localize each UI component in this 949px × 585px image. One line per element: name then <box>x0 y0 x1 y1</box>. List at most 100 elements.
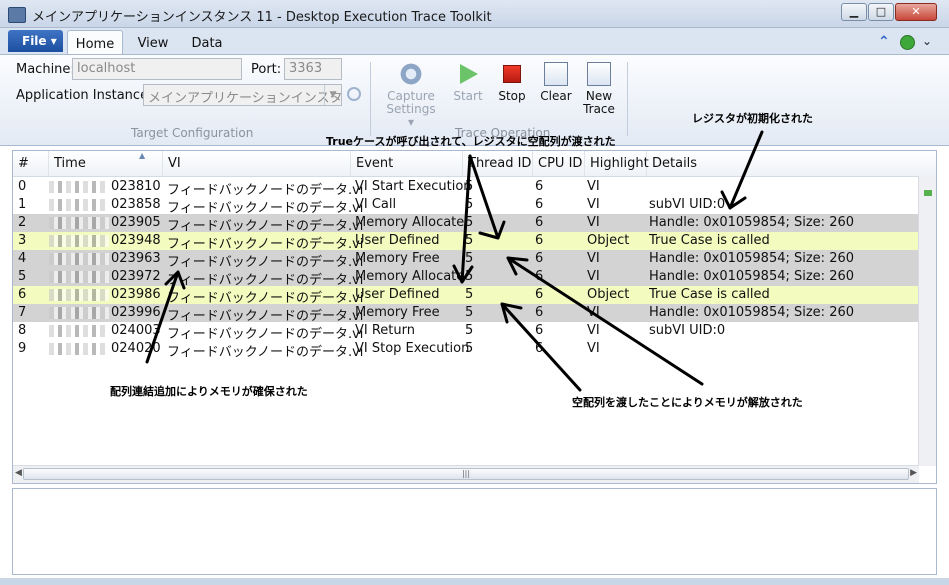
minimize-button[interactable]: ▁ <box>841 3 867 21</box>
cell-number: 7 <box>18 305 27 320</box>
collapse-ribbon-icon[interactable]: ⌃ <box>878 34 890 50</box>
cell-time: 023905 <box>111 215 161 230</box>
application-instance-value: メインアプリケーションインスタ <box>148 91 342 106</box>
status-indicator-icon <box>900 35 915 50</box>
annotation-free-empty: 空配列を渡したことによりメモリが解放された <box>572 396 803 409</box>
cell-number: 2 <box>18 215 27 230</box>
sort-ascending-icon: ▲ <box>139 151 146 160</box>
cell-highlight: VI <box>587 215 600 230</box>
cell-number: 0 <box>18 179 27 194</box>
cell-thread-id: 5 <box>465 269 474 284</box>
cell-cpu-id: 6 <box>535 287 544 302</box>
tab-data[interactable]: Data <box>184 30 230 54</box>
dropdown-arrow-icon[interactable]: ▼ <box>324 85 341 105</box>
application-instance-select[interactable]: メインアプリケーションインスタ ▼ <box>143 84 342 106</box>
cell-time: 023858 <box>111 197 161 212</box>
maximize-button[interactable]: □ <box>868 3 894 21</box>
cell-number: 6 <box>18 287 27 302</box>
column-header-cpu-id[interactable]: CPU ID <box>533 151 585 176</box>
machine-field[interactable]: localhost <box>72 58 242 80</box>
ribbon-separator <box>370 62 371 136</box>
port-label: Port: <box>251 62 282 77</box>
table-row[interactable]: 2 023905 フィードバックノードのデータ.vi Memory Allocate 5… <box>13 214 919 234</box>
vertical-scrollbar[interactable] <box>918 176 936 466</box>
cell-details: subVI UID:0 <box>649 197 726 212</box>
stop-icon <box>503 65 521 83</box>
horizontal-scrollbar[interactable]: ◀ ||| ▶ <box>13 465 919 483</box>
play-icon <box>460 64 478 84</box>
start-button[interactable]: Start <box>448 62 488 103</box>
cell-time: 023948 <box>111 233 161 248</box>
close-icon: ✕ <box>911 5 921 18</box>
annotation-true-case: Trueケースが呼び出されて、レジスタに空配列が渡された <box>326 135 616 148</box>
tab-home[interactable]: Home <box>67 30 123 54</box>
clear-eraser-icon <box>544 62 568 86</box>
cell-thread-id: 5 <box>465 305 474 320</box>
cell-time: 024020 <box>111 341 161 356</box>
cell-event: User Defined <box>355 233 440 248</box>
table-row[interactable]: 7 023996 フィードバックノードのデータ.vi Memory Free 5 6 VI H… <box>13 304 919 324</box>
column-header-vi[interactable]: VI <box>163 151 351 176</box>
chevron-down-icon[interactable]: ⌄ <box>922 34 932 48</box>
table-row[interactable]: 4 023963 フィードバックノードのデータ.vi Memory Free 5 6 VI H… <box>13 250 919 270</box>
refresh-icon[interactable] <box>347 87 361 101</box>
stop-button[interactable]: Stop <box>495 62 529 103</box>
cell-time: 023963 <box>111 251 161 266</box>
cell-highlight: VI <box>587 197 600 212</box>
cell-event: User Defined <box>355 287 440 302</box>
redacted-time-prefix <box>49 181 109 193</box>
table-row[interactable]: 3 023948 フィードバックノードのデータ.vi User Defined 5 6 Ob… <box>13 232 919 252</box>
cell-cpu-id: 6 <box>535 197 544 212</box>
cell-cpu-id: 6 <box>535 179 544 194</box>
table-row[interactable]: 1 023858 フィードバックノードのデータ.vi VI Call 5 6 VI subVI… <box>13 196 919 216</box>
redacted-time-prefix <box>49 253 109 265</box>
column-header-highlight[interactable]: Highlight <box>585 151 649 176</box>
port-field[interactable]: 3363 <box>284 58 342 80</box>
scroll-right-icon[interactable]: ▶ <box>910 468 917 478</box>
cell-details: Handle: 0x01059854; Size: 260 <box>649 251 855 266</box>
application-instance-label: Application Instance: <box>16 88 153 103</box>
cell-event: Memory Allocate <box>355 215 465 230</box>
capture-settings-label: Capture Settings ▾ <box>386 89 436 129</box>
app-icon <box>8 7 26 23</box>
table-row[interactable]: 8 024003 フィードバックノードのデータ.vi VI Return 5 6 VI sub… <box>13 322 919 342</box>
table-row[interactable]: 9 024020 フィードバックノードのデータ.vi VI Stop Executio… <box>13 340 919 360</box>
column-header-event[interactable]: Event <box>351 151 463 176</box>
table-row[interactable]: 5 023972 フィードバックノードのデータ.vi Memory Allocate 5… <box>13 268 919 288</box>
redacted-time-prefix <box>49 307 109 319</box>
redacted-time-prefix <box>49 235 109 247</box>
close-button[interactable]: ✕ <box>895 3 937 21</box>
maximize-icon: □ <box>875 5 887 18</box>
cell-time: 023986 <box>111 287 161 302</box>
cell-thread-id: 5 <box>465 341 474 356</box>
file-menu-button[interactable]: File ▾ <box>8 30 63 52</box>
settings-gear-icon <box>399 62 423 86</box>
column-header-details[interactable]: Details <box>647 151 936 176</box>
horizontal-scroll-thumb[interactable]: ||| <box>23 468 909 480</box>
new-trace-button[interactable]: New Trace <box>580 62 618 116</box>
redacted-time-prefix <box>49 271 109 283</box>
table-row[interactable]: 0 023810 フィードバックノードのデータ.vi VI Start Executi… <box>13 178 919 198</box>
cell-number: 8 <box>18 323 27 338</box>
cell-event: Memory Allocate <box>355 269 465 284</box>
cell-number: 9 <box>18 341 27 356</box>
scroll-left-icon[interactable]: ◀ <box>15 468 22 478</box>
status-bar <box>0 578 949 585</box>
tab-view[interactable]: View <box>130 30 176 54</box>
minimize-icon: ▁ <box>849 5 859 18</box>
cell-time: 024003 <box>111 323 161 338</box>
column-header-thread-id[interactable]: Thread ID <box>463 151 533 176</box>
cell-details: True Case is called <box>649 287 770 302</box>
stop-label: Stop <box>498 89 526 103</box>
table-row[interactable]: 6 023986 フィードバックノードのデータ.vi User Defined 5 6 Ob… <box>13 286 919 306</box>
cell-highlight: VI <box>587 251 600 266</box>
column-header-number[interactable]: # <box>13 151 49 176</box>
column-header-time[interactable]: Time ▲ <box>49 151 163 176</box>
cell-details: Handle: 0x01059854; Size: 260 <box>649 305 855 320</box>
ribbon-tab-bar: File ▾ Home View Data <box>0 28 949 54</box>
cell-event: VI Stop Execution <box>355 341 470 356</box>
capture-settings-button[interactable]: Capture Settings ▾ <box>383 62 439 129</box>
clear-button[interactable]: Clear <box>537 62 575 103</box>
cell-thread-id: 5 <box>465 233 474 248</box>
cell-time: 023972 <box>111 269 161 284</box>
